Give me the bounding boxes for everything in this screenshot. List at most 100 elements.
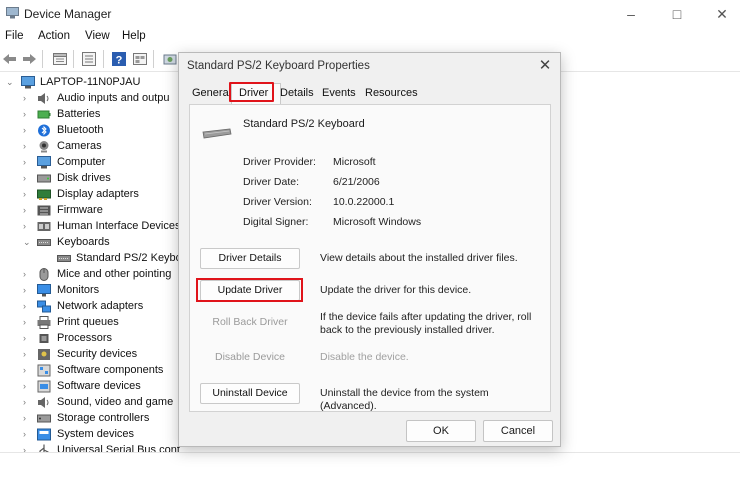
tab-resources[interactable]: Resources [365, 87, 418, 99]
mouse-icon [39, 268, 49, 281]
chevron-right-icon[interactable]: › [23, 267, 33, 282]
tree-item-label: Cameras [57, 140, 102, 152]
chevron-right-icon[interactable]: › [23, 219, 33, 234]
driver-tab-highlight [229, 82, 274, 102]
chevron-down-icon[interactable]: ⌄ [23, 235, 33, 250]
digital-signer-value: Microsoft Windows [333, 216, 422, 228]
scan-icon[interactable] [162, 51, 178, 67]
chevron-right-icon[interactable]: › [23, 331, 33, 346]
view-icon[interactable] [132, 51, 148, 67]
chevron-right-icon[interactable]: › [23, 283, 33, 298]
tree-item-label: Audio inputs and outpu [57, 92, 170, 104]
device-name: Standard PS/2 Keyboard [243, 118, 365, 130]
device-tree: ⌄ LAPTOP-11N0PJAU › Audio inputs and out… [0, 73, 180, 453]
help-icon[interactable]: ? [111, 51, 127, 67]
uninstall-device-button[interactable]: Uninstall Device [200, 383, 300, 404]
software-device-icon [37, 380, 51, 393]
chevron-right-icon[interactable]: › [23, 411, 33, 426]
chevron-right-icon[interactable]: › [23, 107, 33, 122]
computer-icon [37, 156, 51, 169]
printer-icon [37, 316, 51, 329]
processor-icon [39, 334, 49, 343]
dialog-close-button[interactable]: ✕ [534, 56, 556, 76]
tree-item-label: Software devices [57, 380, 141, 392]
minimize-button[interactable]: – [616, 4, 646, 24]
keyboard-icon [37, 239, 51, 246]
driver-panel: Standard PS/2 Keyboard Driver Provider: … [189, 104, 551, 412]
disk-drive-icon [37, 174, 51, 183]
tree-item-label: Software components [57, 364, 164, 376]
disable-device-button[interactable]: Disable Device [200, 347, 300, 368]
chevron-right-icon[interactable]: › [23, 203, 33, 218]
chevron-right-icon[interactable]: › [23, 347, 33, 362]
menu-bar: File Action View Help [0, 28, 740, 46]
chevron-right-icon[interactable]: › [23, 187, 33, 202]
update-driver-description: Update the driver for this device. [320, 284, 472, 296]
tab-details[interactable]: Details [280, 87, 314, 99]
security-icon [38, 349, 50, 360]
tree-item-label: Monitors [57, 284, 100, 296]
tree-item-label: Security devices [57, 348, 138, 360]
tree-item-label: System devices [57, 428, 135, 440]
chevron-right-icon[interactable]: › [23, 123, 33, 138]
menu-action[interactable]: Action [38, 30, 70, 42]
chevron-right-icon[interactable]: › [23, 395, 33, 410]
forward-arrow-icon[interactable] [21, 51, 37, 67]
firmware-icon [37, 205, 51, 216]
chevron-right-icon[interactable]: › [23, 171, 33, 186]
toolbar-separator [73, 50, 74, 68]
close-button[interactable]: ✕ [707, 4, 737, 24]
driver-version-value: 10.0.22000.1 [333, 196, 395, 208]
tree-item-label: Keyboards [57, 236, 110, 248]
menu-file[interactable]: File [5, 30, 24, 42]
menu-view[interactable]: View [85, 30, 110, 42]
tree-item-label: Computer [57, 156, 106, 168]
monitor-icon [37, 284, 51, 297]
chevron-right-icon[interactable]: › [23, 315, 33, 330]
update-driver-highlight [196, 278, 303, 302]
cancel-button[interactable]: Cancel [483, 420, 553, 442]
tree-item-label: Mice and other pointing [57, 268, 172, 280]
back-arrow-icon[interactable] [2, 51, 18, 67]
chevron-right-icon[interactable]: › [23, 91, 33, 106]
tree-item-label: Firmware [57, 204, 103, 216]
toolbar-separator [103, 50, 104, 68]
chevron-right-icon[interactable]: › [23, 139, 33, 154]
computer-icon [21, 76, 35, 89]
expand-arrow-icon[interactable]: ⌄ [6, 75, 16, 90]
maximize-button[interactable]: □ [662, 4, 692, 24]
driver-details-button[interactable]: Driver Details [200, 248, 300, 269]
chevron-right-icon[interactable]: › [23, 299, 33, 314]
tree-item-label: Sound, video and game [57, 396, 174, 408]
driver-date-label: Driver Date: [243, 176, 300, 188]
properties-icon[interactable] [52, 51, 68, 67]
chevron-right-icon[interactable]: › [23, 379, 33, 394]
speaker-icon [38, 93, 49, 104]
network-icon [37, 300, 51, 313]
driver-version-label: Driver Version: [243, 196, 312, 208]
hid-icon [37, 222, 51, 231]
status-divider [0, 452, 740, 453]
camera-icon [39, 141, 49, 153]
toolbar-separator [153, 50, 154, 68]
dialog-title: Standard PS/2 Keyboard Properties [187, 60, 370, 72]
menu-help[interactable]: Help [122, 30, 146, 42]
tree-item-label: Batteries [57, 108, 101, 120]
ok-button[interactable]: OK [406, 420, 476, 442]
tree-item-label: Storage controllers [57, 412, 150, 424]
tree-item-label: Bluetooth [57, 124, 104, 136]
system-device-icon [37, 428, 51, 441]
chevron-right-icon[interactable]: › [23, 363, 33, 378]
device-manager-icon [6, 7, 19, 19]
chevron-right-icon[interactable]: › [23, 155, 33, 170]
chevron-right-icon[interactable]: › [23, 427, 33, 442]
tree-item-label: Standard PS/2 Keybo [76, 252, 180, 264]
keyboard-icon [202, 128, 232, 139]
tab-general[interactable]: General [192, 87, 231, 99]
list-icon[interactable] [81, 51, 97, 67]
tab-events[interactable]: Events [322, 87, 356, 99]
bluetooth-icon [38, 124, 50, 137]
roll-back-driver-button[interactable]: Roll Back Driver [200, 312, 300, 333]
software-component-icon [37, 364, 51, 377]
properties-dialog: Standard PS/2 Keyboard Properties ✕ Gene… [178, 52, 561, 447]
